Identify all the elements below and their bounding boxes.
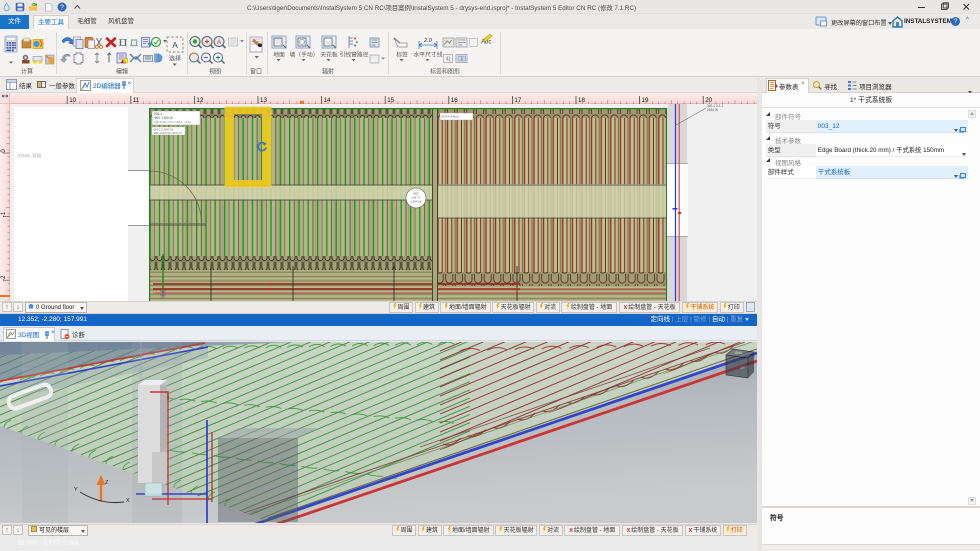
svg-text:11: 11 xyxy=(133,97,140,104)
svg-text:Y: Y xyxy=(74,487,78,493)
svg-text:标签: 标签 xyxy=(396,51,408,59)
svg-text:A: A xyxy=(217,39,222,46)
svg-text:2184 W: 2184 W xyxy=(707,108,718,112)
svg-text:3/F: 3/F xyxy=(740,366,745,370)
svg-text:135 mm²/2.02–43.6 m²: 135 mm²/2.02–43.6 m² xyxy=(154,131,182,135)
svg-text:X: X xyxy=(126,498,130,504)
svg-text:17: 17 xyxy=(514,97,521,104)
svg-text:标签和图形: 标签和图形 xyxy=(430,68,460,76)
svg-text:地面: 地面 xyxy=(273,51,285,59)
svg-text:12: 12 xyxy=(196,97,203,104)
svg-text:水平尺寸线: 水平尺寸线 xyxy=(414,51,443,59)
svg-text:1304 W: 1304 W xyxy=(411,200,423,204)
svg-text:SN4: SN4 xyxy=(735,351,742,355)
svg-text:14: 14 xyxy=(324,97,331,104)
svg-text:19: 19 xyxy=(642,97,649,104)
svg-text:视图: 视图 xyxy=(209,68,221,76)
svg-text:-1: -1 xyxy=(1,211,7,217)
svg-text:Q/F:1/13 L3m² m20.1 - 0.61: Q/F:1/13 L3m² m20.1 - 0.61 xyxy=(154,120,191,124)
svg-text:10: 10 xyxy=(69,97,76,104)
svg-text:003-4 (Floor): 003-4 (Floor) xyxy=(442,115,459,119)
svg-text:16: 16 xyxy=(451,97,458,104)
svg-text:15: 15 xyxy=(387,97,394,104)
svg-text:2.0: 2.0 xyxy=(423,38,433,44)
svg-text:墙（手动）: 墙（手动） xyxy=(290,51,319,59)
svg-text:编辑: 编辑 xyxy=(116,68,128,76)
svg-text:?: ? xyxy=(60,4,64,11)
svg-text:13: 13 xyxy=(260,97,267,104)
svg-text:辐射: 辐射 xyxy=(322,68,334,76)
svg-text:18: 18 xyxy=(578,97,585,104)
svg-text:窗口: 窗口 xyxy=(250,68,262,76)
svg-text:4]: 4] xyxy=(446,57,451,63)
svg-text:0: 0 xyxy=(1,149,7,153)
svg-text:计算: 计算 xyxy=(21,68,33,76)
svg-text:引线管路径: 引线管路径 xyxy=(340,51,369,59)
svg-text:天花板: 天花板 xyxy=(320,51,338,59)
svg-text:A: A xyxy=(172,41,178,50)
svg-text:-2: -2 xyxy=(1,275,7,281)
svg-text:选择: 选择 xyxy=(169,55,181,63)
